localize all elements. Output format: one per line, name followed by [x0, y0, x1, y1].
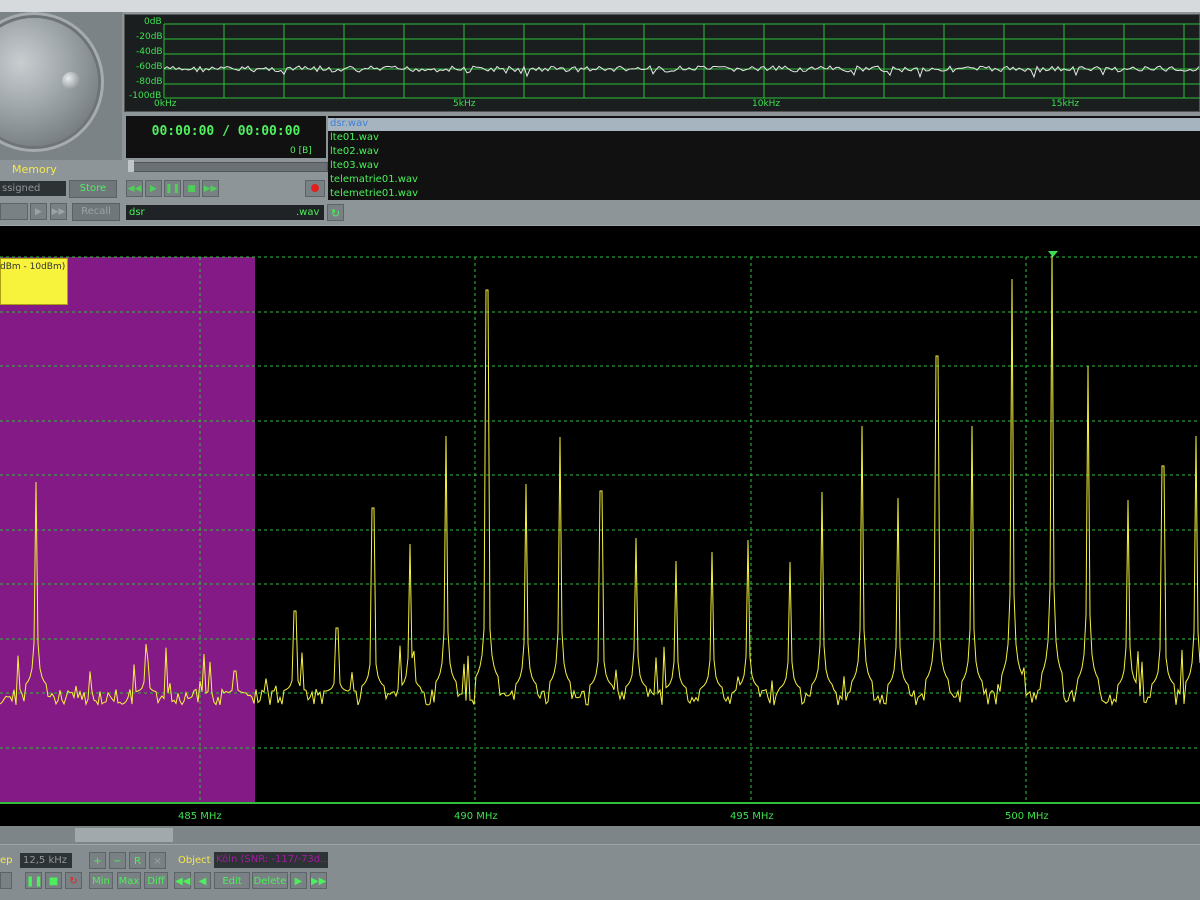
recall-button[interactable]: Recall: [72, 203, 120, 221]
delete-button[interactable]: Delete: [252, 872, 288, 889]
freq-axis-label: 500 MHz: [1005, 811, 1049, 822]
object-select[interactable]: Köln (SNR: -117/-73d...: [214, 852, 328, 868]
scrollbar-thumb[interactable]: [75, 828, 173, 842]
diff-button[interactable]: Diff: [144, 872, 168, 889]
file-list-item[interactable]: lte03.wav: [330, 159, 379, 173]
window-title-strip: [0, 0, 1200, 12]
rf-spectrum-trace: [0, 253, 1200, 707]
zoom-reset-icon[interactable]: R: [129, 852, 146, 869]
close-icon[interactable]: ×: [149, 852, 166, 869]
scope-db-label: -60dB: [136, 62, 163, 72]
pause-icon[interactable]: ❚❚: [25, 872, 43, 889]
memory-prev-button[interactable]: [0, 203, 28, 220]
first-icon[interactable]: ◀◀: [174, 872, 191, 889]
pause-left-icon[interactable]: [0, 872, 12, 889]
memory-next-button[interactable]: ▶▶: [50, 203, 67, 220]
playback-time: 00:00:00 / 00:00:00: [151, 124, 301, 139]
stop-button[interactable]: ■: [183, 180, 200, 197]
pause-button[interactable]: ❚❚: [164, 180, 181, 197]
stop-icon[interactable]: ■: [45, 872, 62, 889]
rewind-button[interactable]: ◀◀: [126, 180, 143, 197]
audio-scope-trace: [163, 65, 1200, 79]
freq-axis-label: 490 MHz: [454, 811, 498, 822]
record-icon: [311, 184, 319, 192]
seek-thumb[interactable]: [128, 160, 134, 172]
file-list-item[interactable]: lte02.wav: [330, 145, 379, 159]
memory-label: Memory: [12, 163, 57, 176]
file-list-item[interactable]: dsr.wav: [330, 117, 368, 131]
audio-scope-svg: [163, 23, 1200, 99]
knob-indicator-dot: [62, 72, 80, 90]
edit-button[interactable]: Edit: [214, 872, 250, 889]
prev-icon[interactable]: ◀: [194, 872, 211, 889]
step-input[interactable]: 12,5 kHz: [20, 853, 72, 868]
freq-axis-label: 495 MHz: [730, 811, 774, 822]
refresh-icon[interactable]: ↻: [327, 204, 344, 221]
peak-marker-icon: [1048, 251, 1058, 257]
forward-button[interactable]: ▶▶: [202, 180, 219, 197]
zoom-out-icon[interactable]: −: [109, 852, 126, 869]
scope-freq-label: 10kHz: [752, 99, 781, 109]
scope-freq-label: 0kHz: [154, 99, 177, 109]
memory-slot-field[interactable]: ssigned: [0, 181, 66, 196]
file-list-item[interactable]: lte01.wav: [330, 131, 379, 145]
file-list-selection: [328, 118, 1200, 131]
file-list-item[interactable]: telematrie01.wav: [330, 173, 418, 187]
file-list-item[interactable]: telemetrie01.wav: [330, 187, 418, 201]
filename-input[interactable]: dsr: [126, 205, 324, 220]
play-button[interactable]: ▶: [145, 180, 162, 197]
memory-play-button[interactable]: ▶: [30, 203, 47, 220]
store-button[interactable]: Store: [69, 180, 117, 198]
min-button[interactable]: Min: [89, 872, 113, 889]
object-label: Object: [178, 855, 211, 866]
max-button[interactable]: Max: [117, 872, 141, 889]
next-icon[interactable]: ▶: [290, 872, 307, 889]
scope-db-label: 0dB: [144, 17, 162, 27]
last-icon[interactable]: ▶▶: [310, 872, 327, 889]
scope-freq-label: 15kHz: [1051, 99, 1080, 109]
scope-db-label: -40dB: [136, 47, 163, 57]
rf-spectrum-svg[interactable]: [0, 226, 1200, 826]
zoom-in-icon[interactable]: +: [89, 852, 106, 869]
reload-icon[interactable]: ↻: [65, 872, 82, 889]
range-tooltip-text: dBm - 10dBm): [0, 262, 66, 272]
seek-bar[interactable]: [128, 162, 328, 172]
freq-axis-label: 485 MHz: [178, 811, 222, 822]
file-extension: .wav: [296, 207, 320, 218]
scope-db-label: -80dB: [136, 77, 163, 87]
scope-db-label: -20dB: [136, 32, 163, 42]
step-label: ep: [0, 855, 13, 866]
playback-bytes: 0 [B]: [290, 146, 312, 156]
scope-freq-label: 5kHz: [453, 99, 476, 109]
horizontal-scrollbar[interactable]: [0, 826, 1200, 844]
